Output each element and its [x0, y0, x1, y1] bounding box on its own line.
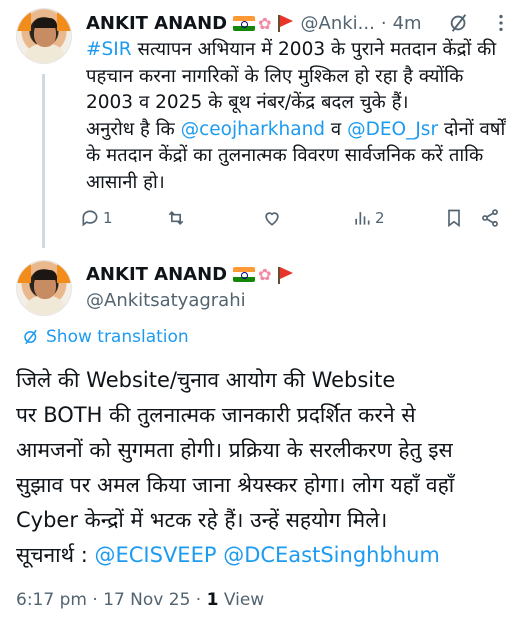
author-name[interactable]: ANKIT ANAND [86, 264, 227, 285]
text-line: पर BOTH की तुलनात्मक जानकारी प्रदर्शित क… [16, 403, 416, 427]
retweet-button[interactable] [166, 208, 189, 228]
text-segment: सत्यापन अभियान में 2003 के पुराने मतदान … [86, 39, 497, 113]
india-flag-icon [233, 267, 256, 282]
bookmark-button[interactable] [444, 208, 464, 228]
red-pennant-icon [275, 14, 293, 32]
text-line: आमजनों को सुगमता होगी। प्रक्रिया के सरली… [16, 438, 453, 462]
text-line: सूचनार्थ : @ECISVEEP @DCEastSinghbhum [16, 538, 516, 573]
separator-dot: · [380, 12, 387, 34]
views-icon [355, 212, 370, 225]
red-pennant-icon [275, 266, 293, 284]
grok-icon[interactable] [448, 12, 470, 34]
reply-button[interactable]: 1 [80, 208, 113, 228]
views-button[interactable]: 2 [352, 208, 385, 228]
reply-icon [82, 210, 98, 227]
author-handle[interactable]: @Anki... [301, 13, 375, 34]
author-name[interactable]: ANKIT ANAND [86, 13, 227, 34]
tweet-paragraph-1: #SIR सत्यापन अभियान में 2003 के पुराने म… [86, 37, 516, 117]
tweet-text: जिले की Website/चुनाव आयोग की Website पर… [16, 363, 516, 573]
show-translation-label: Show translation [46, 327, 189, 347]
tweet-timestamp[interactable]: 6:17 pm · 17 Nov 25 · [16, 590, 207, 610]
translate-icon [24, 329, 37, 345]
like-button[interactable] [262, 208, 285, 228]
parent-tweet[interactable]: ANKIT ANAND ✿ @Anki... · 4m #SIR सत्यापन… [0, 0, 527, 248]
lotus-icon: ✿ [258, 13, 272, 33]
view-label: View [218, 590, 265, 610]
share-icon [482, 209, 498, 227]
tweet-time[interactable]: 4m [393, 13, 422, 34]
avatar[interactable] [16, 260, 72, 316]
more-icon[interactable] [490, 12, 512, 34]
view-count: 1 [206, 590, 219, 610]
text-segment: सूचनार्थ : [16, 543, 95, 567]
share-button[interactable] [480, 208, 500, 228]
india-flag-icon [233, 15, 256, 31]
like-icon [265, 212, 279, 226]
lotus-icon: ✿ [258, 265, 272, 284]
tweet-text: #SIR सत्यापन अभियान में 2003 के पुराने म… [86, 37, 516, 196]
show-translation-link[interactable]: Show translation [22, 327, 189, 347]
tweet-meta: 6:17 pm · 17 Nov 25 · 1 View [16, 590, 264, 610]
views-count: 2 [375, 209, 385, 227]
text-line: सुझाव पर अमल किया जाना श्रेयस्कर होगा। ल… [16, 473, 455, 497]
text-segment: अनुरोध है कि [86, 118, 181, 140]
tweet-header: ANKIT ANAND ✿ @Anki... · 4m [86, 10, 422, 36]
hashtag-link[interactable]: #SIR [86, 39, 132, 60]
action-bar: 1 2 [80, 206, 520, 234]
author-handle[interactable]: @Ankitsatyagrahi [86, 290, 246, 311]
avatar[interactable] [16, 8, 72, 64]
tweet-header: ANKIT ANAND ✿ [86, 264, 293, 285]
mention-link[interactable]: @DCEastSinghbhum [223, 543, 440, 567]
tweet-paragraph-2: अनुरोध है कि @ceojharkhand व @DEO_Jsr दो… [86, 117, 516, 197]
retweet-icon [168, 210, 184, 226]
reply-count: 1 [103, 209, 113, 227]
mention-link[interactable]: @ECISVEEP [94, 543, 216, 567]
text-line: Cyber केन्द्रों में भटक रहे हैं। उन्हें … [16, 508, 388, 532]
mention-link[interactable]: @DEO_Jsr [347, 119, 438, 140]
text-line: जिले की Website/चुनाव आयोग की Website [16, 368, 396, 392]
thread-connector-line [42, 74, 45, 248]
text-segment: व [325, 118, 348, 140]
mention-link[interactable]: @ceojharkhand [181, 119, 325, 140]
bookmark-icon [448, 209, 460, 228]
